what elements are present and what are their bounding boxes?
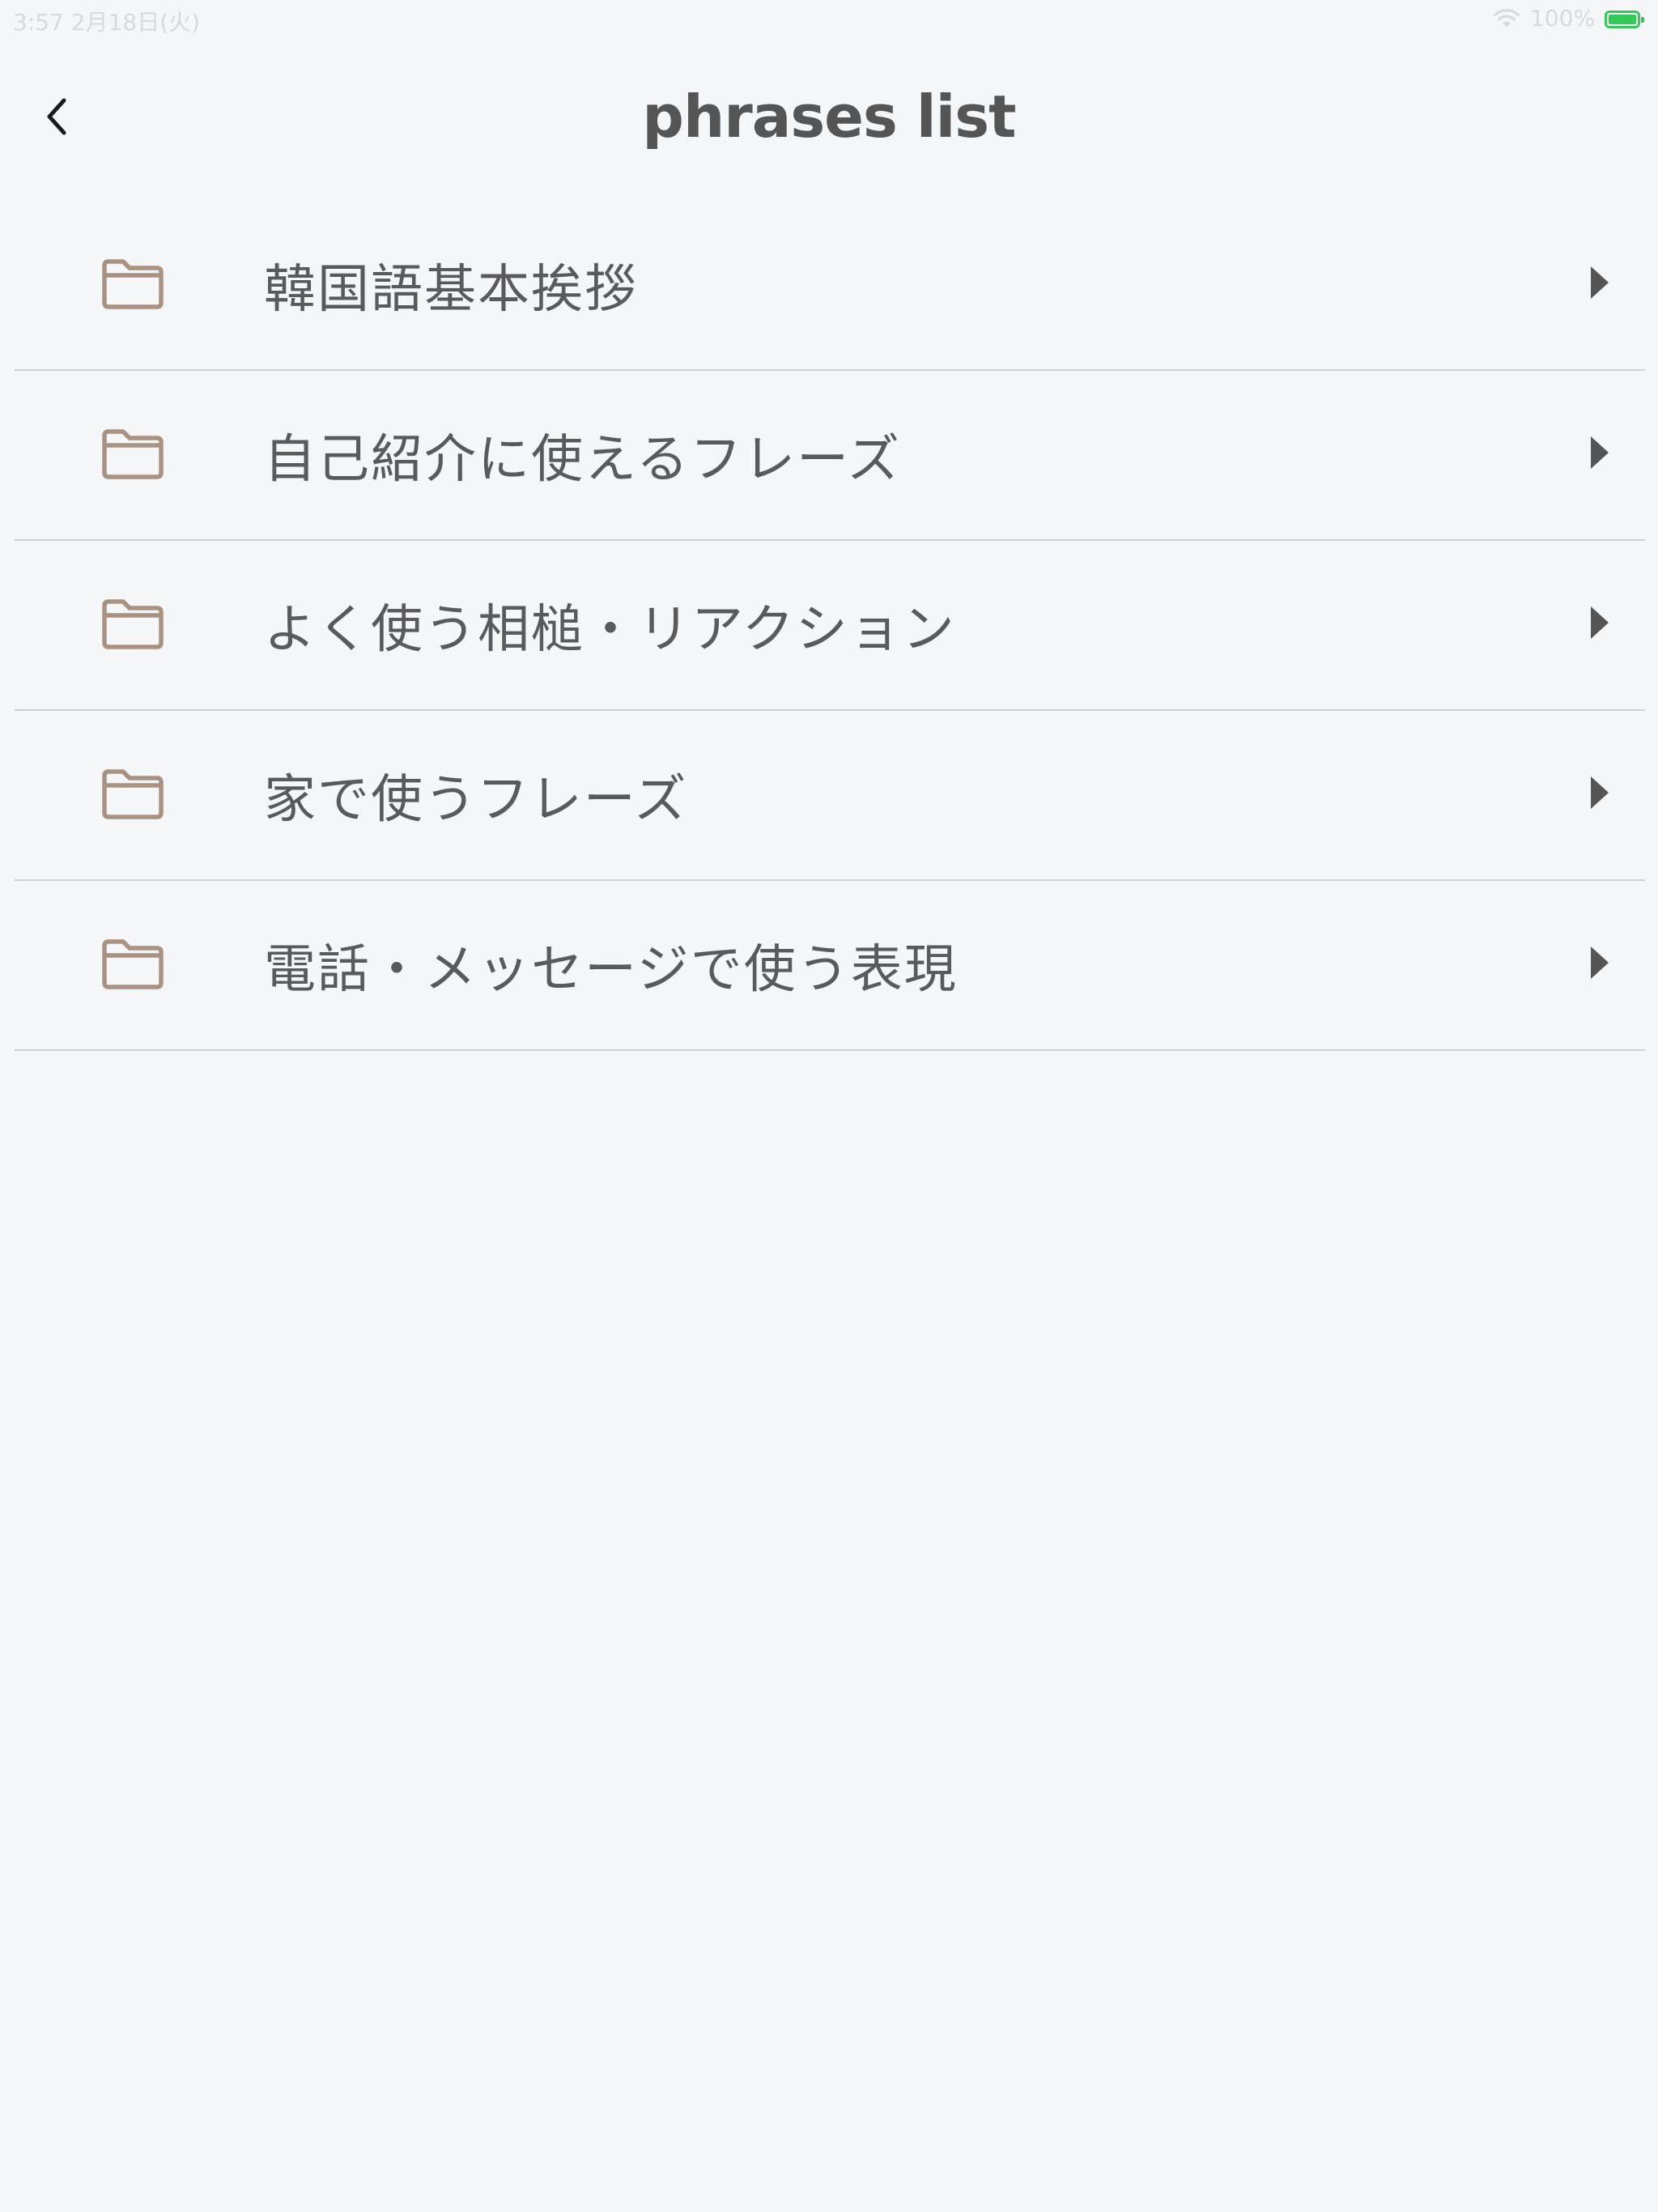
status-right: 100% bbox=[1493, 5, 1644, 32]
list-item[interactable]: 韓国語基本挨拶 bbox=[15, 201, 1645, 371]
folder-icon bbox=[100, 428, 165, 481]
list-item[interactable]: 家で使うフレーズ bbox=[15, 711, 1645, 881]
list-item-label: 韓国語基本挨拶 bbox=[264, 260, 638, 320]
folder-icon bbox=[100, 768, 165, 821]
battery-percent: 100% bbox=[1529, 5, 1595, 32]
battery-charging-icon bbox=[1605, 10, 1644, 28]
folder-icon bbox=[100, 938, 165, 991]
screen: 3:57 2月18日(火) 100% phrases list 韓国語基本挨拶 … bbox=[0, 0, 1658, 2212]
play-triangle-icon bbox=[1588, 434, 1611, 471]
folder-icon bbox=[100, 598, 165, 651]
list-item[interactable]: よく使う相槌・リアクション bbox=[15, 541, 1645, 711]
play-triangle-icon bbox=[1588, 264, 1611, 301]
list-item-label: よく使う相槌・リアクション bbox=[264, 600, 956, 660]
list-item-label: 自己紹介に使えるフレーズ bbox=[264, 430, 901, 490]
play-triangle-icon bbox=[1588, 604, 1611, 641]
list-item-label: 電話・メッセージで使う表現 bbox=[264, 940, 958, 1000]
phrase-folder-list: 韓国語基本挨拶 自己紹介に使えるフレーズ よく使う相槌・リアクション 家で使うフ… bbox=[15, 201, 1645, 1051]
list-item[interactable]: 自己紹介に使えるフレーズ bbox=[15, 371, 1645, 541]
nav-bar: phrases list bbox=[0, 39, 1658, 201]
play-triangle-icon bbox=[1588, 774, 1611, 811]
status-bar: 3:57 2月18日(火) 100% bbox=[0, 0, 1658, 39]
folder-icon bbox=[100, 257, 165, 311]
list-item-label: 家で使うフレーズ bbox=[264, 770, 688, 830]
page-title: phrases list bbox=[642, 83, 1016, 151]
list-item[interactable]: 電話・メッセージで使う表現 bbox=[15, 881, 1645, 1051]
status-time: 3:57 2月18日(火) bbox=[13, 9, 201, 36]
wifi-icon bbox=[1493, 8, 1520, 29]
play-triangle-icon bbox=[1588, 944, 1611, 981]
